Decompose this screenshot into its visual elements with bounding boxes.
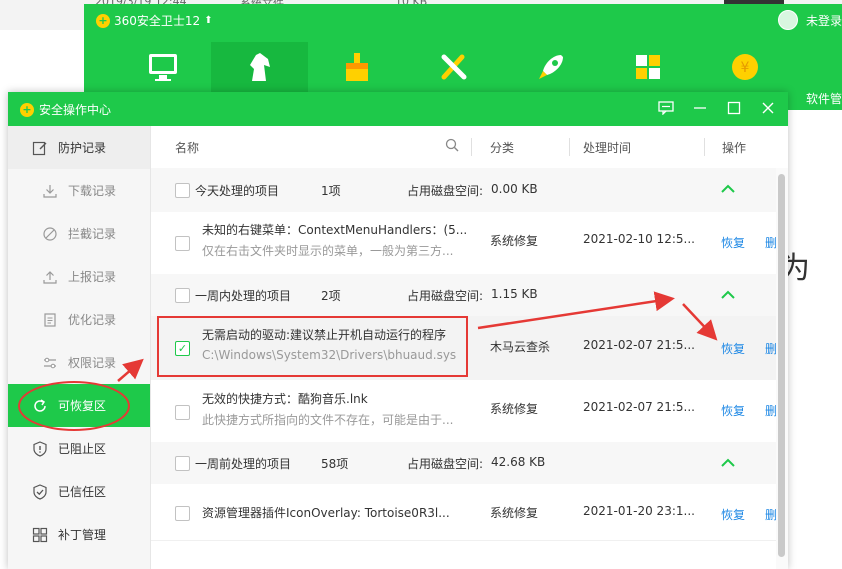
annotation-arrow [117,358,144,382]
annotation-arrows [117,291,718,382]
annotation-arrow [682,303,718,341]
annotation-arrow [477,291,675,330]
